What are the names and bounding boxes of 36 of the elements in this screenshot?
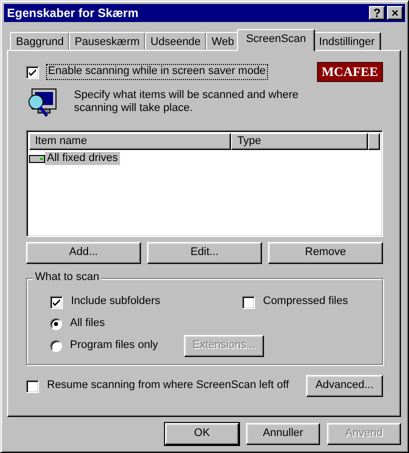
checkbox[interactable] xyxy=(50,296,63,308)
help-button[interactable]: ? xyxy=(369,6,385,20)
close-button[interactable]: × xyxy=(387,6,403,20)
column-header[interactable]: Item name xyxy=(29,133,232,150)
checkbox-label[interactable]: Compressed files xyxy=(263,295,348,309)
tab[interactable]: Udseende xyxy=(144,32,207,51)
list-button[interactable]: Add... xyxy=(26,242,141,264)
checkbox-label[interactable]: Enable scanning while in screen saver mode xyxy=(47,65,267,79)
list-button[interactable]: Edit... xyxy=(147,242,262,264)
checkbox-label[interactable]: Resume scanning from where ScreenScan left off xyxy=(47,379,289,393)
list-button[interactable]: Remove xyxy=(268,242,383,264)
radio-label[interactable]: All files xyxy=(70,317,105,331)
tab[interactable]: Pauseskærm xyxy=(68,32,146,51)
description-text: Specify what items will be scanned and where scanning will take place. xyxy=(74,89,300,116)
list-item[interactable]: All fixed drives xyxy=(45,152,120,166)
empty-column-header xyxy=(368,133,380,150)
checkmark-icon xyxy=(28,68,37,76)
advanced-button[interactable]: Advanced... xyxy=(306,375,383,397)
drive-icon xyxy=(29,154,45,164)
monitor-magnifier-icon xyxy=(26,87,58,119)
window-title: Egenskaber for Skærm xyxy=(7,6,140,20)
tab[interactable]: Baggrund xyxy=(10,32,70,51)
tab[interactable]: ScreenScan xyxy=(237,29,316,51)
dialog-button[interactable]: OK xyxy=(165,423,239,445)
column-header[interactable]: Type xyxy=(231,133,368,150)
radio-button[interactable] xyxy=(50,340,62,352)
radio-label[interactable]: Program files only xyxy=(70,339,158,353)
checkbox[interactable] xyxy=(26,66,39,78)
radio-button[interactable] xyxy=(50,318,62,330)
tab[interactable]: Indstillinger xyxy=(313,32,381,51)
dialog-button[interactable]: Annuller xyxy=(246,423,320,445)
checkbox-label[interactable]: Include subfolders xyxy=(71,295,160,309)
checkmark-icon xyxy=(52,298,61,306)
checkbox[interactable] xyxy=(26,380,39,392)
checkbox[interactable] xyxy=(242,296,255,308)
brand-logo: MCAFEE xyxy=(316,62,383,82)
